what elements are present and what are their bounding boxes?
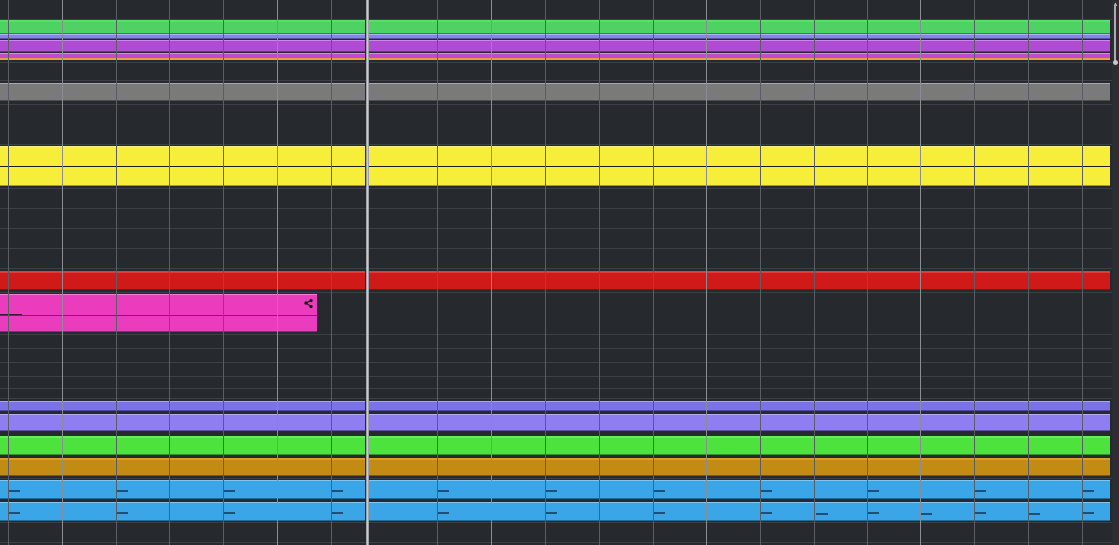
clip-blue-thin[interactable] xyxy=(369,34,1110,39)
scrollbar-knob[interactable] xyxy=(1113,60,1118,65)
midi-note xyxy=(437,489,449,492)
waveform-line xyxy=(369,166,1110,167)
midi-note xyxy=(653,489,665,492)
midi-note xyxy=(437,511,449,514)
midi-note xyxy=(223,511,235,514)
clip-purple-thin[interactable] xyxy=(0,53,365,60)
clip-green-2[interactable] xyxy=(369,436,1110,455)
clip-blue-thin[interactable] xyxy=(0,34,365,39)
midi-note xyxy=(920,512,932,515)
midi-note xyxy=(331,489,343,492)
midi-note xyxy=(760,489,772,492)
midi-note xyxy=(331,511,343,514)
lane-separator xyxy=(0,292,1112,293)
clip-red[interactable] xyxy=(369,271,1110,290)
clip-grey[interactable] xyxy=(0,83,365,101)
clip-amber[interactable] xyxy=(0,458,365,476)
clip-sky-1[interactable] xyxy=(0,480,365,499)
clip-green-2[interactable] xyxy=(0,436,365,455)
midi-note xyxy=(1028,512,1040,515)
midi-note xyxy=(974,489,986,492)
lane-separator xyxy=(0,80,1112,81)
midi-note xyxy=(1082,489,1094,492)
lane-separator xyxy=(0,362,1112,363)
midi-note xyxy=(760,511,772,514)
lane-separator xyxy=(0,542,1112,543)
lane-separator xyxy=(0,208,1112,209)
midi-note xyxy=(974,511,986,514)
midi-note xyxy=(816,512,828,515)
midi-note xyxy=(8,511,20,514)
lane-separator xyxy=(0,398,1112,399)
arrange-view[interactable]: ▴ xyxy=(0,0,1119,545)
lane-separator xyxy=(0,62,1112,63)
midi-note xyxy=(653,511,665,514)
clip-lavender[interactable] xyxy=(369,414,1110,431)
waveform-split-icon[interactable] xyxy=(303,298,314,309)
lane-separator xyxy=(0,388,1112,389)
vertical-scrollbar[interactable]: ▴ xyxy=(1112,0,1119,545)
waveform-line xyxy=(0,166,365,167)
midi-note xyxy=(867,489,879,492)
lane-separator xyxy=(0,104,1112,105)
clip-magenta[interactable] xyxy=(0,294,317,332)
clip-sky-1[interactable] xyxy=(369,480,1110,499)
midi-note xyxy=(1082,511,1094,514)
midi-note xyxy=(116,511,128,514)
lane-separator xyxy=(0,478,1112,479)
lane-separator xyxy=(0,144,1112,145)
lane-separator xyxy=(0,188,1112,189)
clip-yellow[interactable] xyxy=(369,146,1110,186)
clip-violet[interactable] xyxy=(0,401,365,411)
clip-sky-2[interactable] xyxy=(369,502,1110,521)
clip-yellow[interactable] xyxy=(0,146,365,186)
clip-purple-thin[interactable] xyxy=(369,53,1110,60)
clip-violet[interactable] xyxy=(369,401,1110,411)
lane-separator xyxy=(0,334,1112,335)
lane-separator xyxy=(0,228,1112,229)
clip-amber[interactable] xyxy=(369,458,1110,476)
clip-sky-2[interactable] xyxy=(0,502,365,521)
scrollbar-thumb[interactable] xyxy=(1114,4,1116,62)
midi-note xyxy=(116,489,128,492)
lane-separator xyxy=(0,268,1112,269)
waveform-line xyxy=(0,315,317,316)
midi-note xyxy=(8,489,20,492)
midi-note xyxy=(545,489,557,492)
midi-note xyxy=(545,511,557,514)
lane-separator xyxy=(0,522,1112,523)
lane-separator xyxy=(0,248,1112,249)
lane-separator xyxy=(0,376,1112,377)
clip-purple[interactable] xyxy=(0,40,365,52)
midi-note xyxy=(223,489,235,492)
clip-purple[interactable] xyxy=(369,40,1110,52)
clip-red[interactable] xyxy=(0,271,365,290)
clip-green[interactable] xyxy=(369,20,1110,34)
clip-green[interactable] xyxy=(0,20,365,34)
midi-note xyxy=(867,511,879,514)
clip-grey[interactable] xyxy=(369,83,1110,101)
lane-separator xyxy=(0,348,1112,349)
playhead[interactable] xyxy=(366,0,369,545)
clip-lavender[interactable] xyxy=(0,414,365,431)
